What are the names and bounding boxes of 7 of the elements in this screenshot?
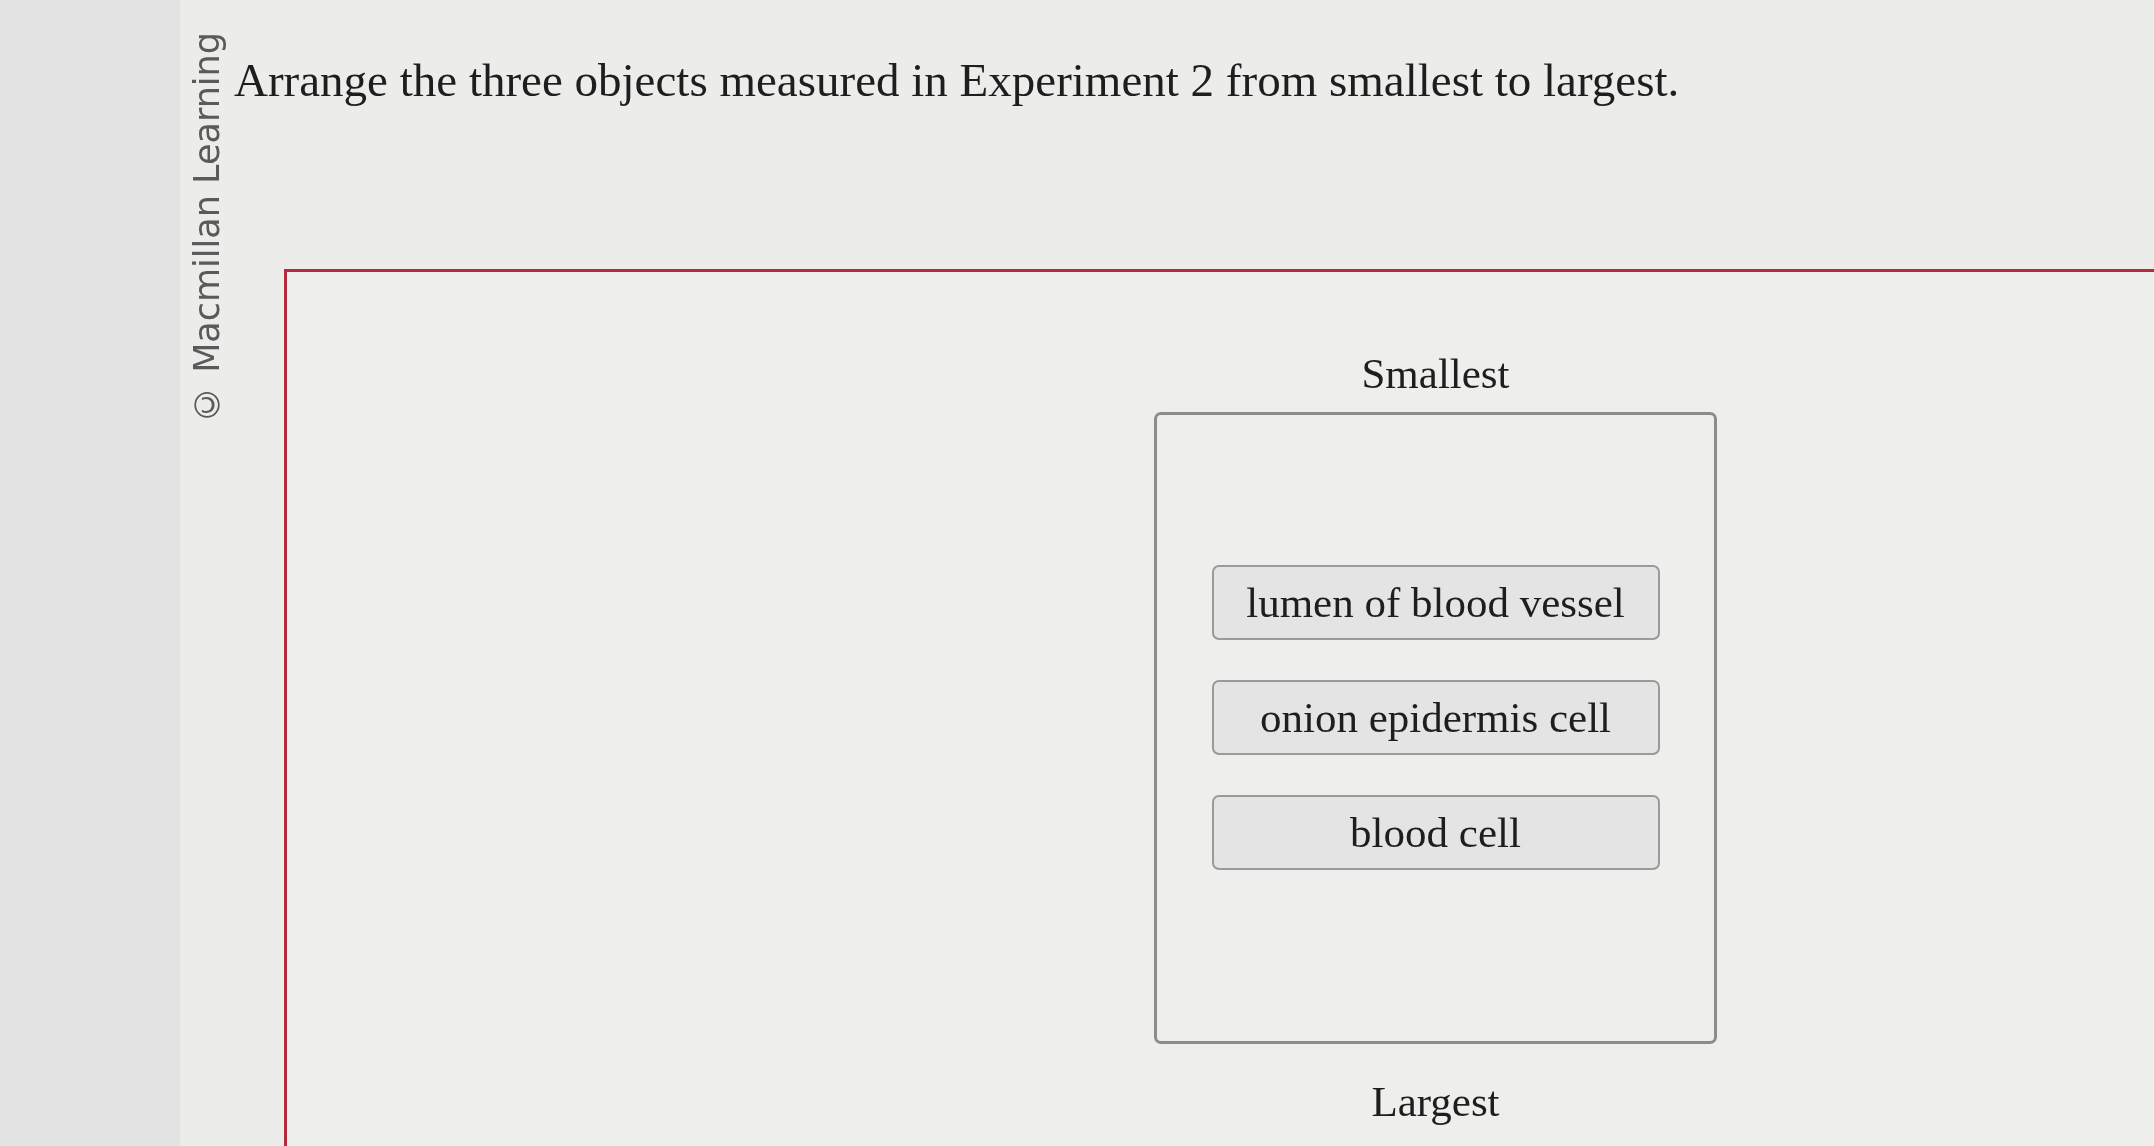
bottom-label: Largest (1371, 1076, 1500, 1127)
question-text: Arrange the three objects measured in Experiment 2 from smallest to largest. (234, 53, 1681, 108)
top-label: Smallest (1361, 349, 1510, 400)
answer-tile[interactable]: blood cell (1211, 794, 1660, 870)
copyright-notice: © Macmillan Learning (189, 32, 225, 424)
answer-tile[interactable]: lumen of blood vessel (1211, 564, 1660, 640)
answer-tile[interactable]: onion epidermis cell (1211, 679, 1660, 755)
